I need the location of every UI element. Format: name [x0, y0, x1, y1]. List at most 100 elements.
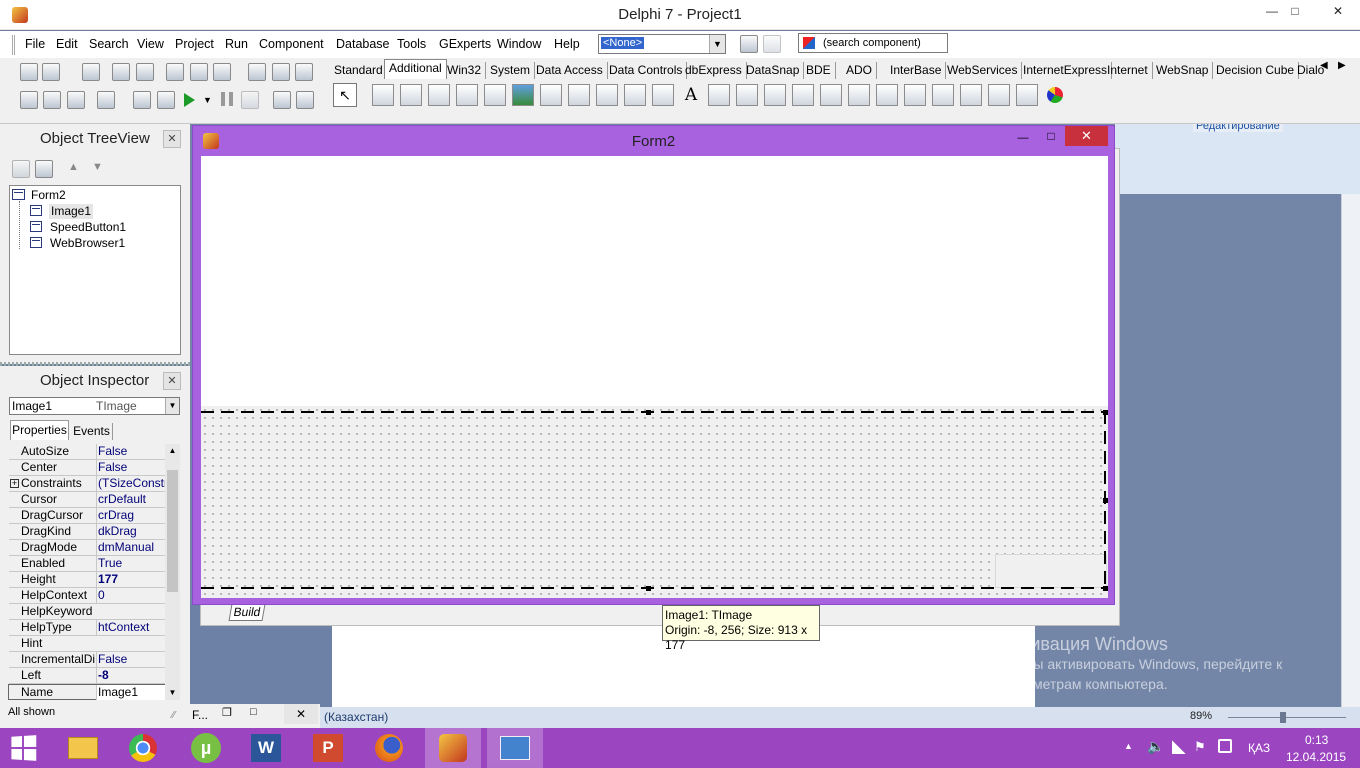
tab-properties[interactable]: Properties [10, 420, 69, 440]
inspector-close-button[interactable]: ✕ [163, 372, 181, 390]
bitbtn-icon[interactable] [372, 84, 394, 106]
menu-help[interactable]: Help [554, 37, 580, 51]
chart-icon[interactable] [848, 84, 870, 106]
prop-value[interactable]: False [96, 652, 165, 667]
webbrowser-area[interactable] [201, 156, 1108, 406]
actiontoolbar-icon[interactable] [932, 84, 954, 106]
menu-file[interactable]: File [25, 37, 45, 51]
customizedlg-icon[interactable] [960, 84, 982, 106]
taskbar-utorrent[interactable]: µ [178, 728, 234, 768]
prop-value[interactable]: dkDrag [96, 524, 165, 539]
labelededit-icon[interactable] [792, 84, 814, 106]
build-tab[interactable]: Build [228, 604, 266, 621]
tree-node-form2[interactable]: Form2 [31, 188, 66, 203]
tab-ado[interactable]: ADO [842, 62, 878, 79]
prop-row-name[interactable]: Name Image1 [8, 684, 166, 700]
actionmainmenubar-icon[interactable] [904, 84, 926, 106]
search-component-box[interactable]: (search component) [798, 33, 948, 53]
xpcolormap-icon[interactable] [988, 84, 1010, 106]
pause-icon[interactable] [221, 92, 233, 106]
save-icon[interactable] [82, 63, 100, 81]
prop-value[interactable]: False [96, 444, 165, 459]
start-button[interactable] [10, 735, 37, 761]
prop-value[interactable]: dmManual [96, 540, 165, 555]
inspector-scrollbar[interactable]: ▲ ▼ [165, 444, 180, 700]
resize-grip-icon[interactable]: ⁄⁄ [172, 710, 175, 721]
standardcolormap-icon[interactable] [1016, 84, 1038, 106]
prop-value[interactable]: crDrag [96, 508, 165, 523]
valuelisteditor-icon[interactable] [764, 84, 786, 106]
taskbar-word[interactable]: W [238, 728, 294, 768]
chevron-down-icon[interactable]: ▼ [165, 398, 179, 414]
prop-row-helpkeyword[interactable]: HelpKeyword [9, 604, 165, 620]
flag-icon[interactable]: ⚑ [1194, 739, 1206, 755]
taskbar-file-explorer[interactable] [55, 728, 111, 768]
design-grid[interactable] [201, 406, 1108, 598]
tree-node-speedbutton1[interactable]: SpeedButton1 [50, 220, 126, 235]
applicationevents-icon[interactable] [736, 84, 758, 106]
splitter-icon[interactable] [652, 84, 674, 106]
maximize-icon[interactable]: □ [250, 706, 257, 718]
tab-system[interactable]: System [486, 62, 536, 79]
resize-handle-bottom-right[interactable] [1103, 586, 1108, 591]
prop-row-autosize[interactable]: AutoSize False [9, 444, 165, 460]
image-icon[interactable] [512, 84, 534, 106]
prop-value[interactable]: htContext [96, 620, 165, 635]
menu-database[interactable]: Database [336, 37, 390, 51]
add-file-icon[interactable] [166, 63, 184, 81]
ide-tool-icon-b[interactable] [763, 35, 781, 53]
arrow-down-icon[interactable]: ▼ [92, 161, 103, 173]
tool-icon-d[interactable] [157, 91, 175, 109]
prop-value[interactable]: -8 [96, 668, 165, 683]
stringgrid-icon[interactable] [456, 84, 478, 106]
prop-row-left[interactable]: Left -8 [9, 668, 165, 684]
program-reset-icon[interactable] [241, 91, 259, 109]
tab-interbase[interactable]: InterBase [886, 62, 947, 79]
ide-tool-icon-a[interactable] [740, 35, 758, 53]
prop-value[interactable]: crDefault [96, 492, 165, 507]
prop-row-hint[interactable]: Hint [9, 636, 165, 652]
volume-icon[interactable]: 🔈 [1147, 738, 1164, 755]
bevel-icon[interactable] [568, 84, 590, 106]
network-icon[interactable] [1172, 740, 1186, 754]
form2-window[interactable]: Form2 — □ ✕ [192, 125, 1115, 605]
prop-row-center[interactable]: Center False [9, 460, 165, 476]
object-combo[interactable]: <None> ▼ [598, 34, 726, 54]
step-over-icon[interactable] [296, 91, 314, 109]
speedbutton1[interactable] [995, 554, 1107, 588]
menu-view[interactable]: View [137, 37, 164, 51]
chart-pie-icon[interactable] [1047, 87, 1063, 103]
menu-edit[interactable]: Edit [56, 37, 78, 51]
form2-maximize-button[interactable]: □ [1037, 127, 1065, 145]
tab-internetexpress[interactable]: InternetExpress [1019, 62, 1113, 79]
prop-value[interactable]: (TSizeConstra [96, 476, 165, 491]
toggle-form-unit-icon[interactable] [67, 91, 85, 109]
view-form-icon[interactable] [43, 91, 61, 109]
colorbox-icon[interactable] [820, 84, 842, 106]
form2-client-area[interactable] [201, 156, 1108, 598]
inspector-object-selector[interactable]: Image1 TImage ▼ [9, 397, 180, 415]
open-icon[interactable] [42, 63, 60, 81]
prop-row-enabled[interactable]: Enabled True [9, 556, 165, 572]
tab-win32[interactable]: Win32 [443, 62, 487, 79]
arrow-up-icon[interactable]: ▲ [68, 161, 79, 173]
background-scrollbar[interactable] [1341, 194, 1360, 708]
prop-row-incrementaldisplay[interactable]: IncrementalDispFalse [9, 652, 165, 668]
taskbar-firefox[interactable] [362, 728, 418, 768]
tab-internet[interactable]: Internet [1103, 62, 1153, 79]
prop-row-cursor[interactable]: Cursor crDefault [9, 492, 165, 508]
checklistbox-icon[interactable] [624, 84, 646, 106]
clock-date[interactable]: 12.04.2015 [1286, 750, 1346, 764]
tree-node-webbrowser1[interactable]: WebBrowser1 [50, 236, 125, 251]
tab-data-access[interactable]: Data Access [532, 62, 608, 79]
tree-node-image1[interactable]: Image1 [49, 204, 94, 219]
tab-data-controls[interactable]: Data Controls [605, 62, 688, 79]
run-dropdown-icon[interactable]: ▼ [203, 95, 212, 105]
controlbar-icon[interactable] [708, 84, 730, 106]
tab-decision-cube[interactable]: Decision Cube [1212, 62, 1300, 79]
tab-websnap[interactable]: WebSnap [1152, 62, 1214, 79]
close-icon[interactable]: ✕ [284, 704, 318, 724]
maskedit-icon[interactable] [428, 84, 450, 106]
form2-close-button[interactable]: ✕ [1065, 126, 1108, 146]
resize-handle-top-right[interactable] [1103, 410, 1108, 415]
